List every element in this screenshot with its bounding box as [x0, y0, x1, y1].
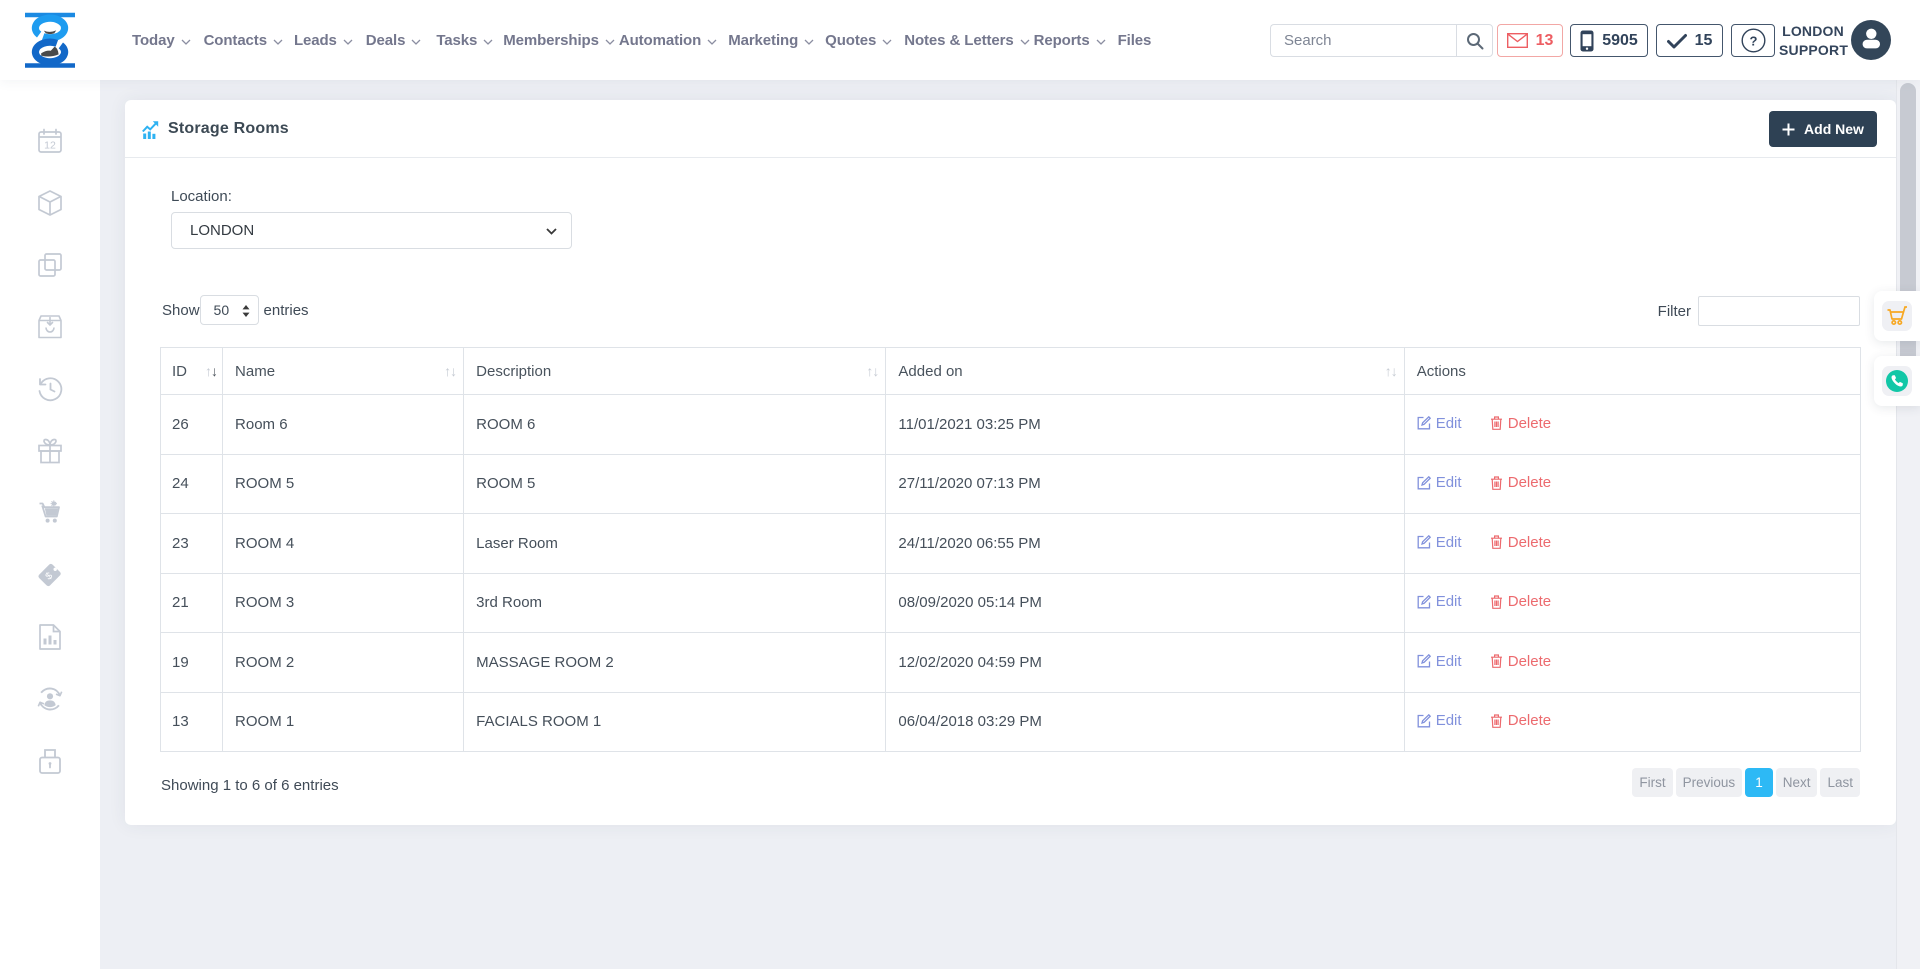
svg-text:?: ? [1749, 34, 1757, 49]
svg-text:12: 12 [44, 140, 56, 152]
